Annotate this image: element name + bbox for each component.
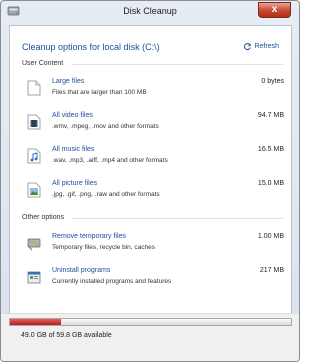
- item-desc: .jpg, .gif, .png, .raw and other formats: [52, 191, 160, 198]
- disk-usage-bar: [9, 318, 292, 326]
- programs-icon: [27, 271, 41, 284]
- item-name[interactable]: All picture files: [52, 180, 97, 187]
- video-file-icon: [27, 114, 41, 130]
- close-button[interactable]: x: [258, 2, 291, 18]
- section-divider: [72, 218, 283, 219]
- item-size: 16.5 MB: [257, 146, 284, 153]
- item-desc: Currently installed programs and feature…: [52, 278, 172, 285]
- item-size: 0 bytes: [261, 78, 284, 85]
- item-desc: .wav, .mp3, .aiff, .mp4 and other format…: [52, 157, 168, 164]
- file-icon: [27, 80, 41, 96]
- item-name[interactable]: Remove temporary files: [52, 233, 126, 240]
- list-item-large-files[interactable]: Large files Files that are larger than 1…: [22, 78, 284, 102]
- item-name[interactable]: All music files: [52, 146, 94, 153]
- section-user-content: User Content: [22, 60, 64, 67]
- list-item-video-files[interactable]: All video files .wmv, .mpeg, .mov and ot…: [22, 112, 284, 136]
- refresh-link[interactable]: Refresh: [243, 42, 279, 51]
- list-item-picture-files[interactable]: All picture files .jpg, .gif, .png, .raw…: [22, 180, 284, 204]
- music-file-icon: [27, 148, 41, 164]
- list-item-uninstall-programs[interactable]: Uninstall programs Currently installed p…: [22, 267, 284, 291]
- list-item-temporary-files[interactable]: Remove temporary files Temporary files, …: [22, 233, 284, 257]
- item-desc: .wmv, .mpeg, .mov and other formats: [52, 123, 159, 130]
- item-size: 217 MB: [259, 267, 284, 274]
- item-size: 1.00 MB: [257, 233, 284, 240]
- page-title: Cleanup options for local disk (C:\): [22, 42, 160, 52]
- disk-cleanup-window: Disk Cleanup x Cleanup options for local…: [0, 0, 300, 362]
- title-bar[interactable]: Disk Cleanup x: [1, 1, 299, 23]
- disk-usage-panel: 49.0 GB of 59.8 GB available: [1, 313, 299, 361]
- item-name[interactable]: Uninstall programs: [52, 267, 110, 274]
- section-divider: [72, 64, 283, 65]
- item-size: 94.7 MB: [257, 112, 284, 119]
- refresh-icon: [244, 43, 252, 51]
- item-desc: Files that are larger than 100 MB: [52, 89, 147, 96]
- list-item-music-files[interactable]: All music files .wav, .mp3, .aiff, .mp4 …: [22, 146, 284, 170]
- section-other-options: Other options: [22, 214, 65, 221]
- window-title: Disk Cleanup: [123, 6, 177, 16]
- item-size: 15.0 MB: [257, 180, 284, 187]
- temp-files-icon: [27, 238, 41, 251]
- item-name[interactable]: Large files: [52, 78, 84, 85]
- content-panel: Cleanup options for local disk (C:\) Ref…: [9, 25, 292, 355]
- item-name[interactable]: All video files: [52, 112, 93, 119]
- picture-file-icon: [27, 182, 41, 198]
- item-desc: Temporary files, recycle bin, caches: [52, 244, 155, 251]
- refresh-label: Refresh: [254, 43, 279, 50]
- disk-usage-text: 49.0 GB of 59.8 GB available: [21, 332, 112, 339]
- disk-usage-fill: [10, 319, 61, 325]
